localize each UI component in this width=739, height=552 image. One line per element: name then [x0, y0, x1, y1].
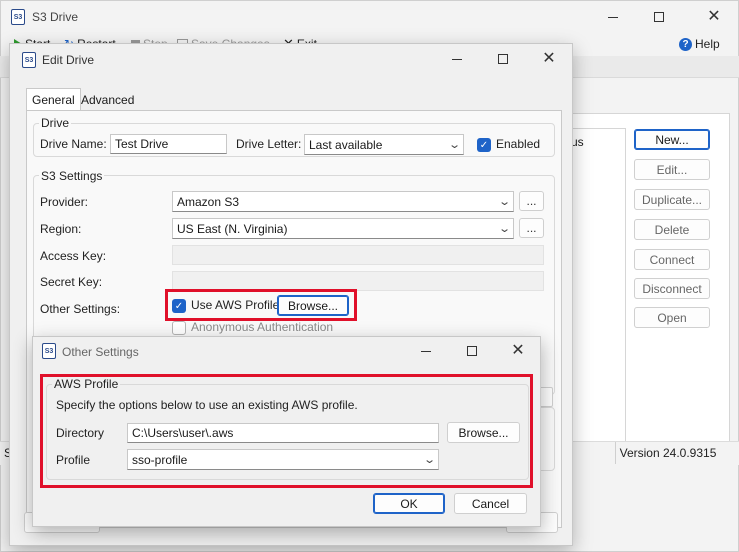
region-select[interactable]: US East (N. Virginia) ⌄	[172, 218, 514, 239]
close-icon: ✕	[707, 8, 721, 25]
cancel-button[interactable]: Cancel	[454, 493, 527, 514]
drive-letter-label: Drive Letter:	[236, 137, 302, 151]
region-label: Region:	[40, 222, 82, 236]
edit-drive-minimize-button[interactable]	[434, 44, 480, 74]
provider-value: Amazon S3	[177, 194, 240, 209]
aws-profile-description: Specify the options below to use an exis…	[56, 398, 358, 412]
other-settings-app-icon: S3	[42, 343, 56, 359]
edit-drive-maximize-button[interactable]	[480, 44, 526, 74]
duplicate-drive-button[interactable]: Duplicate...	[634, 189, 710, 210]
main-window-title: S3 Drive	[32, 10, 79, 24]
provider-options-button[interactable]: ...	[519, 191, 544, 211]
profile-value: sso-profile	[132, 452, 188, 467]
ok-button[interactable]: OK	[373, 493, 445, 514]
edit-drive-close-button[interactable]: ✕	[526, 44, 572, 74]
chevron-down-icon: ⌄	[497, 196, 511, 208]
close-icon: ✕	[542, 50, 556, 67]
drive-letter-value: Last available	[309, 137, 383, 152]
aws-profile-browse-button[interactable]: Browse...	[277, 295, 349, 316]
secret-key-label: Secret Key:	[40, 275, 103, 289]
provider-select[interactable]: Amazon S3 ⌄	[172, 191, 514, 212]
drive-name-label: Drive Name:	[40, 137, 107, 151]
maximize-icon	[498, 54, 508, 64]
open-button[interactable]: Open	[634, 307, 710, 328]
provider-label: Provider:	[40, 195, 89, 209]
app-icon: S3	[11, 9, 25, 25]
enabled-checkbox[interactable]: ✓	[477, 138, 491, 152]
disconnect-button[interactable]: Disconnect	[634, 278, 710, 299]
anonymous-auth-label: Anonymous Authentication	[191, 320, 334, 334]
minimize-icon	[452, 58, 462, 60]
region-options-button[interactable]: ...	[519, 218, 544, 238]
other-settings-dialog: S3 Other Settings ✕ AWS Profile Specify …	[32, 336, 541, 527]
help-button[interactable]: ? Help	[679, 36, 720, 52]
edit-drive-button[interactable]: Edit...	[634, 159, 710, 180]
access-key-label: Access Key:	[40, 249, 107, 263]
help-icon: ?	[679, 37, 692, 51]
enabled-label: Enabled	[496, 137, 541, 151]
minimize-icon	[421, 350, 431, 352]
main-titlebar: S3 S3 Drive ✕	[1, 1, 738, 33]
anonymous-auth-checkbox[interactable]	[172, 321, 186, 335]
chevron-down-icon: ⌄	[497, 223, 511, 235]
chevron-down-icon: ⌄	[447, 139, 461, 151]
use-aws-profile-label: Use AWS Profile	[191, 298, 280, 312]
close-button[interactable]: ✕	[691, 1, 737, 33]
edit-drive-app-icon: S3	[22, 52, 36, 68]
new-drive-button[interactable]: New...	[634, 129, 710, 150]
other-settings-close-button[interactable]: ✕	[495, 337, 541, 365]
edit-drive-title: Edit Drive	[42, 53, 95, 67]
minimize-button[interactable]	[590, 1, 636, 33]
s3-settings-group-label: S3 Settings	[39, 169, 105, 183]
version-label: Version 24.0.9315	[615, 442, 720, 464]
delete-drive-button[interactable]: Delete	[634, 219, 710, 240]
drive-group-label: Drive	[39, 116, 72, 130]
drive-name-input[interactable]: Test Drive	[110, 134, 227, 154]
secret-key-input[interactable]	[172, 271, 544, 291]
tab-advanced[interactable]: Advanced	[76, 90, 139, 110]
other-settings-title: Other Settings	[62, 345, 139, 359]
region-value: US East (N. Virginia)	[177, 221, 288, 236]
directory-input[interactable]: C:\Users\user\.aws	[127, 423, 439, 443]
hidden-side-control[interactable]	[539, 387, 553, 407]
maximize-icon	[654, 12, 664, 22]
help-label: Help	[695, 37, 720, 51]
drive-list[interactable]: us	[566, 128, 626, 458]
checkmark-icon: ✓	[479, 139, 489, 151]
use-aws-profile-checkbox[interactable]: ✓	[172, 299, 186, 313]
other-settings-label: Other Settings:	[40, 302, 121, 316]
other-settings-minimize-button[interactable]	[403, 337, 449, 365]
maximize-button[interactable]	[636, 1, 682, 33]
directory-browse-button[interactable]: Browse...	[447, 422, 520, 443]
connect-button[interactable]: Connect	[634, 249, 710, 270]
aws-profile-group-label: AWS Profile	[52, 377, 121, 391]
other-settings-maximize-button[interactable]	[449, 337, 495, 365]
maximize-icon	[467, 346, 477, 356]
minimize-icon	[608, 16, 618, 18]
profile-label: Profile	[56, 453, 91, 467]
directory-label: Directory	[56, 426, 105, 440]
access-key-input[interactable]	[172, 245, 544, 265]
chevron-down-icon: ⌄	[422, 454, 436, 466]
checkmark-icon: ✓	[174, 300, 184, 312]
close-icon: ✕	[511, 342, 525, 359]
tab-general[interactable]: General	[26, 88, 81, 110]
drive-letter-select[interactable]: Last available ⌄	[304, 134, 464, 155]
profile-select[interactable]: sso-profile ⌄	[127, 449, 439, 470]
